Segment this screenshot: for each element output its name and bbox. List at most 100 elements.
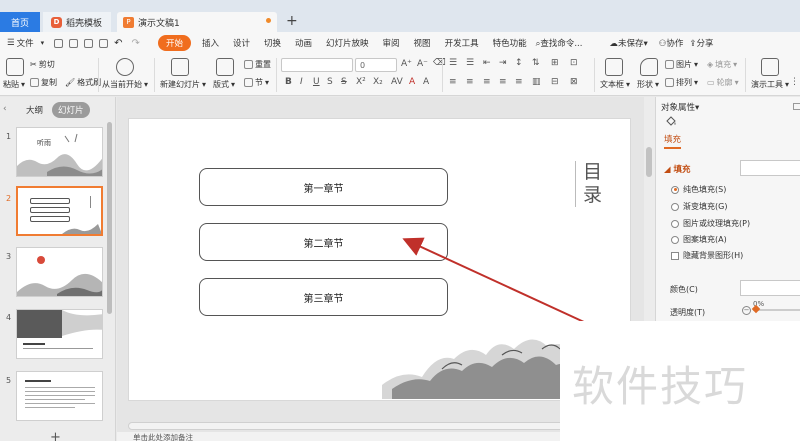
- new-slide-button[interactable]: 新建幻灯片 ▾: [160, 79, 206, 90]
- fill-type-select[interactable]: [740, 160, 800, 176]
- horizontal-scrollbar[interactable]: [128, 422, 643, 430]
- layout-icon[interactable]: [216, 58, 234, 76]
- chapter-box-1[interactable]: 第一章节: [199, 168, 448, 206]
- justify-icon[interactable]: ≡: [499, 77, 507, 87]
- tab-slides[interactable]: 幻灯片: [52, 102, 90, 118]
- line-spacing-icon[interactable]: ↕: [515, 58, 523, 68]
- superscript-icon[interactable]: X²: [356, 77, 366, 87]
- font-size-select[interactable]: 0: [355, 58, 397, 72]
- indent-decrease-icon[interactable]: ⇤: [483, 58, 491, 68]
- checkbox-hide-background[interactable]: 隐藏背景图形(H): [671, 250, 743, 261]
- subscript-icon[interactable]: X₂: [373, 77, 383, 87]
- new-slide-icon[interactable]: [171, 58, 189, 76]
- present-tools-icon[interactable]: [761, 58, 779, 76]
- tab-fill[interactable]: 填充: [664, 133, 682, 149]
- numbered-list-icon[interactable]: ☰: [466, 58, 474, 68]
- menu-design[interactable]: 设计: [226, 37, 257, 49]
- tab-document[interactable]: P 演示文稿1: [117, 12, 277, 32]
- slide-thumbnail-3[interactable]: [16, 247, 103, 297]
- picture-button[interactable]: 图片 ▾: [665, 59, 698, 70]
- slide-thumbnail-4[interactable]: [16, 309, 103, 359]
- cloud-unsaved[interactable]: ☁未保存▾: [589, 37, 654, 49]
- radio-pattern-fill[interactable]: 图案填充(A): [671, 234, 727, 245]
- shadow-icon[interactable]: S: [327, 77, 333, 87]
- font-name-select[interactable]: [281, 58, 353, 72]
- save-icon[interactable]: [54, 38, 64, 48]
- menu-transition[interactable]: 切换: [257, 37, 288, 49]
- reset-button[interactable]: 重置: [244, 59, 271, 70]
- menu-start[interactable]: 开始: [157, 35, 191, 51]
- menu-slideshow[interactable]: 幻灯片放映: [319, 37, 376, 49]
- paste-icon[interactable]: [6, 58, 24, 76]
- layout-button[interactable]: 版式 ▾: [213, 79, 235, 90]
- shape-button[interactable]: 形状 ▾: [637, 79, 659, 90]
- slide-thumbnail-5[interactable]: [16, 371, 103, 421]
- smartart-icon[interactable]: ⊟: [551, 77, 559, 87]
- add-slide-plus-icon[interactable]: +: [50, 430, 61, 441]
- font-color-icon[interactable]: A: [409, 77, 415, 87]
- decrease-font-icon[interactable]: A⁻: [417, 59, 428, 69]
- export-pdf-icon[interactable]: [69, 38, 79, 48]
- play-icon[interactable]: [116, 58, 134, 76]
- slides-panel-scrollbar[interactable]: [107, 122, 112, 314]
- align-right-icon[interactable]: ≡: [483, 77, 491, 87]
- distributed-icon[interactable]: ≡: [515, 77, 523, 87]
- menu-file[interactable]: 文件: [17, 37, 41, 49]
- tab-outline[interactable]: 大纲: [26, 104, 43, 116]
- strikethrough-icon[interactable]: S: [341, 77, 347, 87]
- vertical-scrollbar-thumb[interactable]: [646, 147, 652, 177]
- outline-button[interactable]: ▭ 轮廓 ▾: [707, 77, 739, 88]
- chapter-box-3[interactable]: 第三章节: [199, 278, 448, 316]
- undo-icon[interactable]: ↶: [114, 38, 122, 49]
- menu-animation[interactable]: 动画: [288, 37, 319, 49]
- cut-button[interactable]: ✂ 剪切: [30, 59, 55, 70]
- convert-icon[interactable]: ⊡: [570, 58, 578, 68]
- chapter-box-2[interactable]: 第二章节: [199, 223, 448, 261]
- radio-solid-fill[interactable]: 纯色填充(S): [671, 184, 726, 195]
- vertical-align-icon[interactable]: ⊞: [551, 58, 559, 68]
- column-icon[interactable]: ▥: [532, 77, 541, 87]
- shape-icon[interactable]: [640, 58, 658, 76]
- current-slide[interactable]: 第一章节 第二章节 第三章节 目录: [128, 118, 631, 401]
- menu-review[interactable]: 审阅: [376, 37, 407, 49]
- fill-section-header[interactable]: ◢ 填充: [664, 163, 691, 175]
- fill-bucket-icon[interactable]: [665, 116, 677, 127]
- tab-docer-templates[interactable]: D 稻壳模板: [43, 12, 111, 32]
- format-painter-button[interactable]: 🖌 格式刷: [65, 77, 101, 88]
- indent-increase-icon[interactable]: ⇥: [499, 58, 507, 68]
- tab-home[interactable]: 首页: [0, 12, 40, 32]
- panel-restore-icon[interactable]: [793, 103, 800, 110]
- menu-developer[interactable]: 开发工具: [438, 37, 486, 49]
- menu-special[interactable]: 特色功能: [486, 37, 534, 49]
- notes-bar[interactable]: 单击此处添加备注: [117, 432, 654, 441]
- toc-title[interactable]: 目录: [575, 161, 605, 207]
- hamburger-icon[interactable]: ☰: [0, 38, 17, 48]
- text-direction-icon[interactable]: ⇅: [532, 58, 540, 68]
- new-tab-plus-icon[interactable]: +: [286, 13, 298, 29]
- share-button[interactable]: ⇪分享: [687, 37, 715, 49]
- radio-picture-fill[interactable]: 图片或纹理填充(P): [671, 218, 750, 229]
- increase-font-icon[interactable]: A⁺: [401, 59, 412, 69]
- chevron-down-icon[interactable]: ▾: [41, 39, 45, 47]
- textbox-icon[interactable]: [605, 58, 623, 76]
- properties-title[interactable]: 对象属性▾: [661, 101, 699, 113]
- ribbon-more-icon[interactable]: ⋮: [790, 77, 799, 87]
- print-preview-icon[interactable]: [99, 38, 109, 48]
- collapse-panel-icon[interactable]: ‹: [3, 104, 7, 114]
- slide-thumbnail-2[interactable]: [16, 186, 103, 236]
- menu-insert[interactable]: 插入: [195, 37, 226, 49]
- align-left-icon[interactable]: ≡: [449, 77, 457, 87]
- color-picker[interactable]: [740, 280, 800, 296]
- from-current-button[interactable]: 从当前开始 ▾: [102, 79, 148, 90]
- underline-icon[interactable]: U: [313, 77, 320, 87]
- italic-icon[interactable]: I: [300, 77, 303, 87]
- collaborate-button[interactable]: ⚇协作: [655, 37, 688, 49]
- textbox-button[interactable]: 文本框 ▾: [600, 79, 630, 90]
- redo-icon[interactable]: ↷: [132, 38, 140, 49]
- copy-button[interactable]: 复制: [30, 77, 57, 88]
- bullet-list-icon[interactable]: ☰: [449, 58, 457, 68]
- fill-button[interactable]: ◈ 填充 ▾: [707, 59, 737, 70]
- paste-button[interactable]: 粘贴 ▾: [3, 79, 25, 90]
- bold-icon[interactable]: B: [285, 77, 292, 87]
- present-tools-button[interactable]: 演示工具 ▾: [751, 79, 789, 90]
